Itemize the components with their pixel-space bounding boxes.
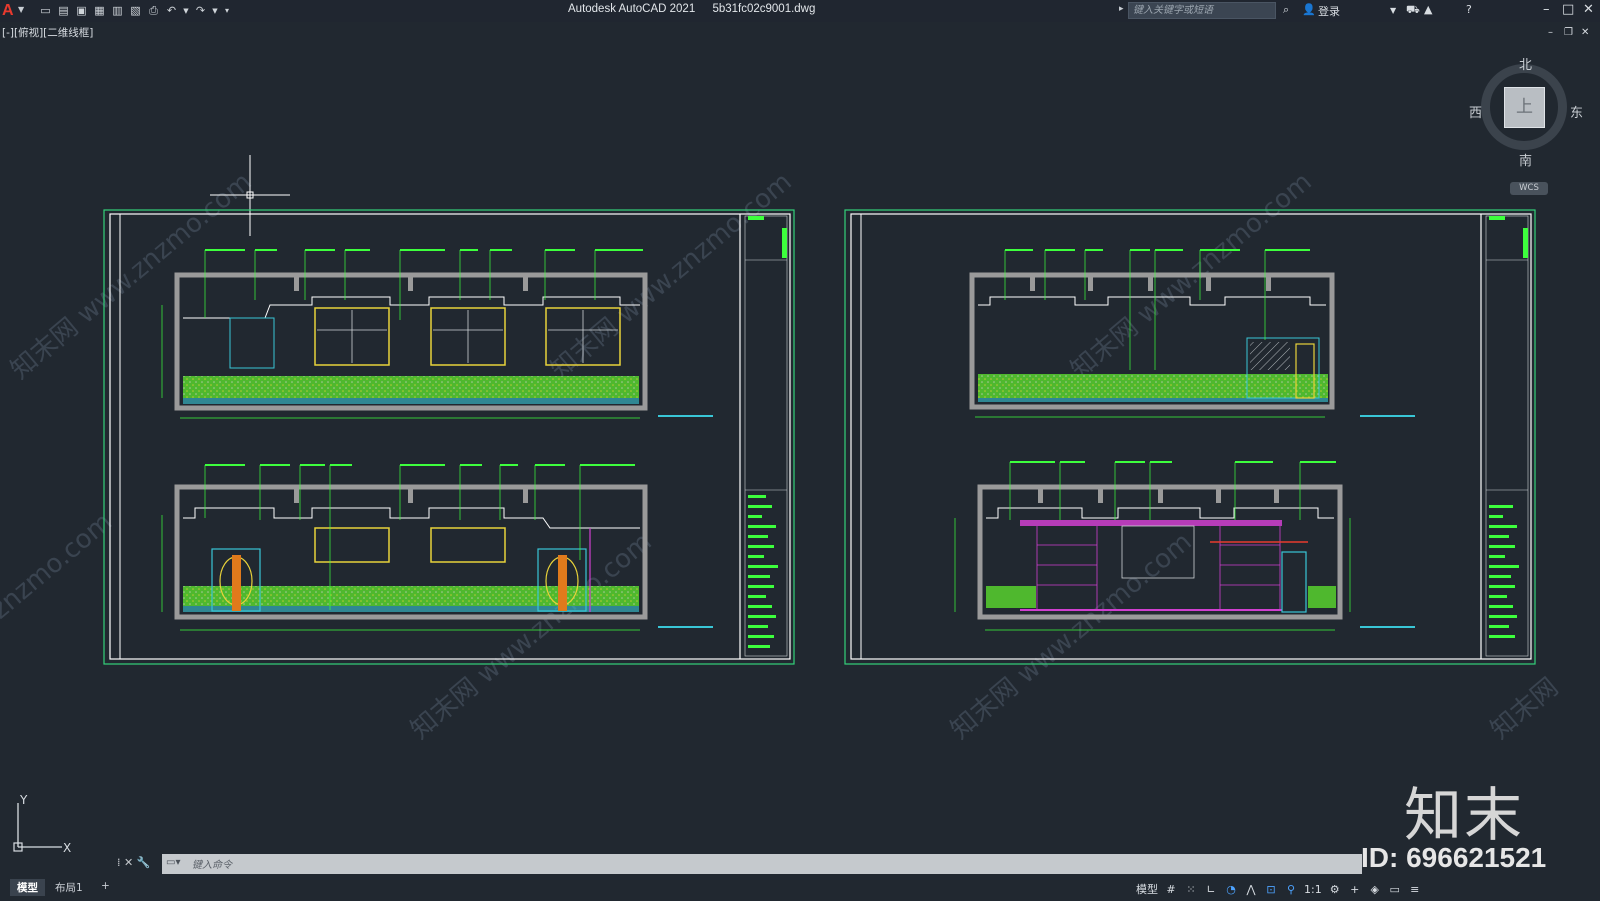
svg-text:知末网 www.znzmo.com: 知末网 www.znzmo.com xyxy=(945,527,1197,746)
command-history-icon[interactable]: ▭▾ xyxy=(166,857,180,868)
wcs-menu-button[interactable]: WCS xyxy=(1510,182,1548,195)
isolate-icon[interactable]: ◈ xyxy=(1368,883,1382,896)
command-input[interactable]: 键入命令 xyxy=(192,856,232,871)
drawing-canvas[interactable]: 知末网 www.znzmo.com 知末网 www.znzmo.com 知末网 … xyxy=(0,0,1600,901)
snap-icon[interactable]: ⁙ xyxy=(1184,883,1198,896)
ucs-icon: Y X xyxy=(13,795,71,855)
customize-icon[interactable]: ≡ xyxy=(1408,883,1422,896)
model-space-button[interactable]: 模型 xyxy=(1136,881,1158,897)
command-line[interactable]: ▭▾ 键入命令 xyxy=(162,854,1362,874)
object-snap-icon[interactable]: ⊡ xyxy=(1264,883,1278,896)
viewcube[interactable]: 上 北 南 东 西 xyxy=(1469,58,1585,169)
compass-south[interactable]: 南 xyxy=(1519,150,1532,169)
compass-east[interactable]: 东 xyxy=(1570,102,1583,121)
svg-text:知末网 www.znzmo.com: 知末网 www.znzmo.com xyxy=(405,527,657,746)
viewcube-face-top[interactable]: 上 xyxy=(1504,87,1545,128)
plus-icon[interactable]: + xyxy=(1348,883,1362,896)
command-line-grip-icon[interactable]: ⁞ ✕ 🔧 xyxy=(117,856,150,869)
tab-add[interactable]: + xyxy=(94,879,117,893)
tab-model[interactable]: 模型 xyxy=(10,879,45,896)
elevation-left-top xyxy=(161,249,713,419)
polar-icon[interactable]: ◔ xyxy=(1224,883,1238,896)
grid-icon[interactable]: # xyxy=(1164,883,1178,896)
ucs-x-label: X xyxy=(63,841,71,855)
annotation-icon[interactable]: ⚲ xyxy=(1284,883,1298,896)
tab-layout1[interactable]: 布局1 xyxy=(48,879,90,896)
svg-text:znzmo.com: znzmo.com xyxy=(0,507,118,625)
crosshair-cursor xyxy=(210,155,290,236)
brand-id: ID: 696621521 xyxy=(1361,842,1547,873)
title-block-right xyxy=(1485,215,1529,657)
ucs-y-label: Y xyxy=(19,795,28,807)
isodraft-icon[interactable]: ⋀ xyxy=(1244,883,1258,896)
elevation-right-top xyxy=(969,249,1415,418)
svg-text:知末网: 知末网 xyxy=(1485,672,1564,745)
gear-icon[interactable]: ⚙ xyxy=(1328,883,1342,896)
fullscreen-icon[interactable]: ▭ xyxy=(1388,883,1402,896)
ortho-icon[interactable]: ∟ xyxy=(1204,883,1218,896)
status-bar: 模型 # ⁙ ∟ ◔ ⋀ ⊡ ⚲ 1:1 ⚙ + ◈ ▭ ≡ xyxy=(1136,877,1422,901)
brand-logo: 知末 xyxy=(1404,781,1525,849)
scale-button[interactable]: 1:1 xyxy=(1304,883,1322,896)
title-block-left xyxy=(744,215,788,657)
compass-west[interactable]: 西 xyxy=(1469,102,1482,121)
compass-north[interactable]: 北 xyxy=(1519,54,1532,73)
